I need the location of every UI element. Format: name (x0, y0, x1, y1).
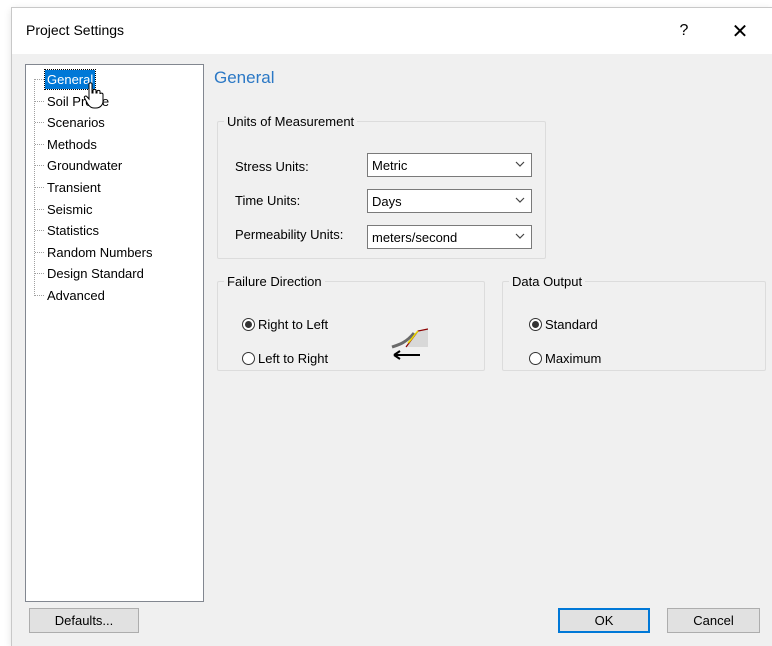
tree-item-random-numbers[interactable]: Random Numbers (45, 243, 155, 262)
stress-units-value: Metric (372, 158, 408, 173)
radio-button-unchecked[interactable] (529, 352, 542, 365)
tree-item-statistics[interactable]: Statistics (45, 221, 101, 240)
tree-branch-line (35, 273, 44, 274)
close-button[interactable]: ✕ (718, 16, 762, 46)
hand-cursor-icon (83, 82, 104, 109)
tree-item-methods[interactable]: Methods (45, 135, 99, 154)
tree-branch-line (35, 144, 44, 145)
tree-item-transient[interactable]: Transient (45, 178, 103, 197)
tree-branch-line (35, 101, 44, 102)
defaults-button[interactable]: Defaults... (29, 608, 139, 633)
failure-direction-group: Failure Direction Right to Left Left to … (217, 274, 485, 371)
tree-item-scenarios[interactable]: Scenarios (45, 113, 107, 132)
radio-button-checked[interactable] (529, 318, 542, 331)
dialog-title: Project Settings (26, 22, 125, 38)
radio-standard-label: Standard (545, 317, 598, 332)
tree-branch-line (35, 79, 44, 80)
tree-item-advanced[interactable]: Advanced (45, 286, 107, 305)
permeability-units-value: meters/second (372, 230, 458, 245)
settings-tree[interactable]: General Soil Profile Scenarios Methods G… (25, 64, 204, 602)
tree-branch-line (35, 165, 44, 166)
title-bar: Project Settings ? ✕ (12, 8, 772, 54)
tree-item-seismic[interactable]: Seismic (45, 200, 95, 219)
tree-branch-line (35, 209, 44, 210)
ok-button[interactable]: OK (558, 608, 650, 633)
chevron-down-icon (515, 233, 525, 239)
radio-maximum-label: Maximum (545, 351, 602, 366)
section-heading: General (214, 68, 275, 87)
radio-maximum[interactable]: Maximum (529, 351, 601, 366)
tree-branch-line (35, 230, 44, 231)
units-of-measurement-group: Units of Measurement Stress Units: Metri… (217, 114, 546, 259)
output-group-legend: Data Output (512, 274, 583, 289)
tree-branch-line (35, 252, 44, 253)
help-icon: ? (679, 22, 689, 39)
radio-button-checked[interactable] (242, 318, 255, 331)
help-button[interactable]: ? (662, 16, 706, 46)
tree-branch-line (35, 187, 44, 188)
tree-item-groundwater[interactable]: Groundwater (45, 156, 124, 175)
tree-branch-line (35, 295, 44, 296)
units-group-legend: Units of Measurement (227, 114, 355, 129)
permeability-units-select[interactable]: meters/second (367, 225, 532, 249)
radio-standard[interactable]: Standard (529, 317, 598, 332)
data-output-group: Data Output Standard Maximum (502, 274, 766, 371)
time-units-select[interactable]: Days (367, 189, 532, 213)
tree-branch-line (35, 122, 44, 123)
failure-group-legend: Failure Direction (227, 274, 322, 289)
close-icon: ✕ (731, 20, 749, 43)
chevron-down-icon (515, 197, 525, 203)
chevron-down-icon (515, 161, 525, 167)
slope-failure-direction-icon (388, 328, 428, 360)
radio-left-to-right-label: Left to Right (258, 351, 329, 366)
time-units-value: Days (372, 194, 402, 209)
time-units-label: Time Units: (235, 193, 301, 208)
permeability-units-label: Permeability Units: (235, 227, 344, 242)
radio-right-to-left-label: Right to Left (258, 317, 329, 332)
stress-units-select[interactable]: Metric (367, 153, 532, 177)
project-settings-dialog: Project Settings ? ✕ General Soil Profil… (12, 8, 772, 646)
radio-left-to-right[interactable]: Left to Right (242, 351, 328, 366)
cancel-button[interactable]: Cancel (667, 608, 760, 633)
radio-right-to-left[interactable]: Right to Left (242, 317, 328, 332)
stress-units-label: Stress Units: (235, 159, 309, 174)
radio-button-unchecked[interactable] (242, 352, 255, 365)
tree-item-design-standard[interactable]: Design Standard (45, 264, 146, 283)
